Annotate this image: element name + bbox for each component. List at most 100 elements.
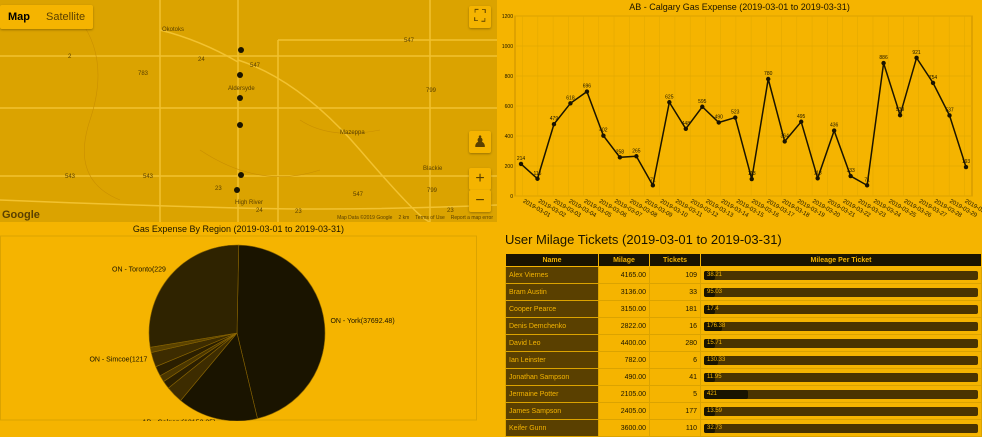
y-tick-label: 1200 xyxy=(502,14,513,20)
data-label: 539 xyxy=(896,107,905,113)
table-row: David Leo 4400.00 280 15.71 xyxy=(505,334,982,352)
pie-slice-label: ON - Toronto(229 xyxy=(112,266,166,273)
road-label: 24 xyxy=(256,208,263,214)
cell-tickets: 16 xyxy=(649,317,701,335)
gas-expense-pie-chart: Gas Expense By Region (2019-03-01 to 201… xyxy=(0,222,477,427)
cell-milage: 2405.00 xyxy=(598,402,650,420)
bar-value: 421 xyxy=(707,390,718,397)
data-label: 258 xyxy=(616,149,625,155)
cell-name: Alex Viernes xyxy=(505,266,599,284)
cell-milage: 3136.00 xyxy=(598,283,650,301)
data-label: 886 xyxy=(879,55,888,61)
data-label: 448 xyxy=(682,121,691,127)
pie-slice xyxy=(148,244,240,348)
data-point xyxy=(683,126,689,131)
bar-track: 130.33 xyxy=(704,355,978,365)
data-point xyxy=(601,133,606,138)
data-point xyxy=(881,60,886,66)
data-point xyxy=(831,128,837,133)
tab-satellite[interactable]: Satellite xyxy=(38,5,93,29)
report-error-link[interactable]: Report a map error xyxy=(451,215,493,221)
bar-track: 421 xyxy=(704,389,978,399)
bar-value: 32.73 xyxy=(707,424,723,431)
table-header-row: Name Milage Tickets Mileage Per Ticket xyxy=(505,253,982,267)
table-row: Ian Leinster 782.00 6 130.33 xyxy=(505,351,982,369)
zoom-out-icon[interactable]: − xyxy=(469,190,491,212)
cell-milage: 4400.00 xyxy=(598,334,650,352)
data-point xyxy=(782,139,787,144)
col-header-name[interactable]: Name xyxy=(505,253,599,267)
map-data-text: Map Data ©2019 Google xyxy=(337,215,393,221)
data-label: 265 xyxy=(632,148,641,154)
cell-per-ticket: 11.95 xyxy=(700,368,982,386)
cell-name: Ian Leinster xyxy=(505,351,599,369)
cell-per-ticket: 17.4 xyxy=(700,300,982,318)
data-point xyxy=(897,112,903,118)
pie-chart-title: Gas Expense By Region (2019-03-01 to 201… xyxy=(132,224,345,234)
bar-value: 13.59 xyxy=(707,407,723,414)
col-header-per-ticket[interactable]: Mileage Per Ticket xyxy=(700,253,982,267)
cell-milage: 782.00 xyxy=(598,351,650,369)
road-label: 23 xyxy=(447,208,454,214)
data-point xyxy=(667,100,672,105)
data-label: 71 xyxy=(864,177,870,183)
cell-tickets: 41 xyxy=(649,368,701,386)
data-point xyxy=(848,173,853,179)
data-label: 537 xyxy=(945,107,954,113)
bar-track: 15.71 xyxy=(704,338,978,348)
cell-milage: 2822.00 xyxy=(598,317,650,335)
data-label: 921 xyxy=(912,50,921,56)
data-point xyxy=(716,120,721,125)
scale-text: 2 km xyxy=(398,215,410,221)
bar-track: 17.4 xyxy=(704,304,978,314)
data-point xyxy=(733,115,738,120)
col-header-tickets[interactable]: Tickets xyxy=(649,253,701,267)
cell-name: Jonathan Sampson xyxy=(505,368,599,386)
cell-name: James Sampson xyxy=(505,402,599,420)
data-label: 625 xyxy=(665,94,674,100)
col-header-milage[interactable]: Milage xyxy=(598,253,650,267)
line-chart-title: AB - Calgary Gas Expense (2019-03-01 to … xyxy=(629,2,850,12)
fullscreen-icon[interactable]: ⛶ xyxy=(469,6,491,28)
table-row: Jonathan Sampson 490.00 41 11.95 xyxy=(505,368,982,386)
data-point xyxy=(568,101,573,106)
road-label: 547 xyxy=(250,63,261,69)
zoom-in-icon[interactable]: + xyxy=(469,168,491,190)
bar-value: 95.03 xyxy=(707,288,723,295)
data-label: 113 xyxy=(748,171,756,177)
cell-tickets: 280 xyxy=(649,334,701,352)
data-point xyxy=(749,176,754,182)
y-tick-label: 400 xyxy=(505,134,514,140)
cell-name: Cooper Pearce xyxy=(505,300,599,318)
table-row: Keifer Gunn 3600.00 110 32.73 xyxy=(505,419,982,437)
cell-tickets: 109 xyxy=(649,266,701,284)
tickets-heading: User Milage Tickets (2019-03-01 to 2019-… xyxy=(505,232,782,247)
data-point xyxy=(766,76,771,82)
data-label: 118 xyxy=(814,170,822,176)
data-point xyxy=(798,119,804,124)
cell-tickets: 181 xyxy=(649,300,701,318)
table-row: Cooper Pearce 3150.00 181 17.4 xyxy=(505,300,982,318)
road-label: 799 xyxy=(426,88,437,94)
tab-map[interactable]: Map xyxy=(0,5,38,29)
terms-link[interactable]: Terms of Use xyxy=(415,215,444,221)
data-label: 696 xyxy=(583,84,592,90)
cell-tickets: 110 xyxy=(649,419,701,437)
data-point xyxy=(914,55,919,61)
map-canvas[interactable]: Okotoks Aldersyde Mazeppa Blackie High R… xyxy=(0,0,497,222)
pegman-icon[interactable]: ♟ xyxy=(469,131,491,153)
bar-value: 15.71 xyxy=(707,339,723,346)
cell-name: Jermaine Potter xyxy=(505,385,599,403)
map-attribution: Map Data ©2019 Google 2 km Terms of Use … xyxy=(337,215,493,221)
data-point xyxy=(963,164,969,170)
cell-per-ticket: 421 xyxy=(700,385,982,403)
map-view[interactable]: Okotoks Aldersyde Mazeppa Blackie High R… xyxy=(0,0,497,222)
data-label: 754 xyxy=(929,75,938,81)
cell-tickets: 177 xyxy=(649,402,701,420)
data-point xyxy=(634,154,639,159)
pie-slice-label: ON - York(37692.48) xyxy=(330,318,394,325)
milage-tickets-panel: User Milage Tickets (2019-03-01 to 2019-… xyxy=(505,228,982,437)
data-point xyxy=(535,176,540,181)
road-label: 23 xyxy=(295,209,302,215)
bar-track: 11.95 xyxy=(704,372,978,382)
